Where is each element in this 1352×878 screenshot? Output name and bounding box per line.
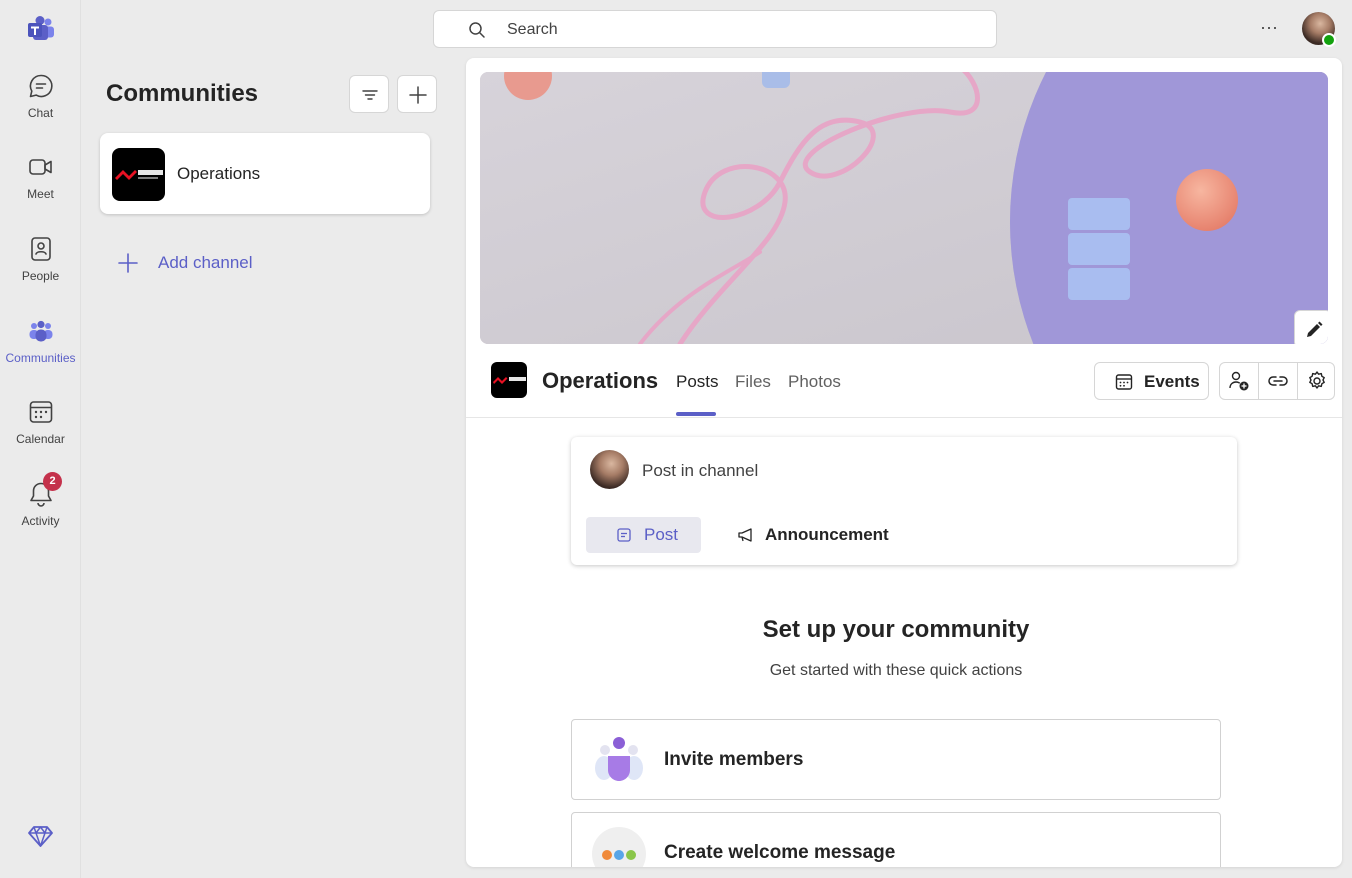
community-main-panel: Operations Posts Files Photos Events Pos… (466, 58, 1342, 867)
calendar-icon (1115, 374, 1133, 390)
rail-label: Communities (5, 351, 76, 365)
edit-banner-button[interactable] (1294, 310, 1328, 344)
people-book-icon (30, 237, 51, 261)
filter-button[interactable] (349, 75, 389, 113)
calendar-icon (29, 401, 52, 423)
rail-label: People (21, 269, 60, 283)
search-placeholder: Search (507, 21, 558, 38)
premium-diamond-icon[interactable] (27, 823, 54, 850)
community-name: Operations (542, 368, 659, 393)
more-options-button[interactable]: ··· (1256, 16, 1282, 42)
post-type-announcement-button[interactable]: Announcement (731, 517, 901, 553)
chat-icon (29, 74, 53, 98)
presence-available-icon (1322, 33, 1336, 47)
add-channel-label: Add channel (158, 253, 253, 272)
plus-icon (409, 86, 427, 104)
community-name: Operations (177, 164, 261, 183)
search-icon (469, 22, 485, 38)
post-type-post-button[interactable]: Post (586, 517, 701, 553)
copy-link-button[interactable] (1259, 363, 1297, 399)
setup-title: Set up your community (762, 616, 1030, 643)
events-button[interactable]: Events (1094, 362, 1209, 400)
person-add-icon (1229, 371, 1249, 391)
post-icon (617, 528, 631, 542)
notification-badge: 2 (43, 472, 62, 491)
plus-icon (118, 253, 138, 273)
community-header: Operations Posts Files Photos Events (466, 344, 1342, 418)
gear-icon (1309, 371, 1325, 389)
rail-item-people[interactable]: People (0, 235, 81, 305)
invite-members-card[interactable]: Invite members (571, 719, 1221, 800)
tab-photos[interactable]: Photos (788, 372, 841, 392)
settings-button[interactable] (1298, 363, 1336, 399)
add-community-button[interactable] (397, 75, 437, 113)
add-member-button[interactable] (1220, 363, 1258, 399)
communities-title: Communities (106, 80, 259, 107)
community-banner-image (480, 72, 1328, 344)
rail-label: Meet (27, 187, 54, 201)
communities-icon (29, 320, 52, 342)
search-box[interactable]: Search (433, 10, 997, 48)
rail-label: Activity (21, 514, 60, 528)
tab-posts[interactable]: Posts (676, 372, 719, 392)
create-welcome-message-card[interactable]: Create welcome message (571, 812, 1221, 867)
filter-icon (362, 90, 378, 100)
events-label: Events (1144, 372, 1200, 391)
rail-label: Calendar (16, 432, 65, 446)
rail-label: Chat (27, 106, 54, 120)
tab-files[interactable]: Files (735, 372, 771, 392)
invite-members-illustration-icon (595, 737, 643, 781)
link-icon (1268, 376, 1288, 386)
post-placeholder[interactable]: Post in channel (642, 461, 758, 481)
setup-subtitle: Get started with these quick actions (769, 662, 1023, 679)
rail-item-chat[interactable]: Chat (0, 72, 81, 142)
rail-item-meet[interactable]: Meet (0, 153, 81, 223)
video-icon (28, 159, 52, 175)
community-logo (491, 362, 527, 398)
announcement-label: Announcement (765, 525, 889, 544)
community-logo (112, 148, 165, 201)
pencil-icon (1307, 321, 1323, 337)
user-avatar (590, 450, 629, 489)
megaphone-icon (738, 528, 752, 542)
app-rail: Chat Meet People Communities Calendar 2 … (0, 0, 81, 878)
post-composer[interactable]: Post in channel Post Announcement (571, 437, 1237, 565)
teams-logo-icon[interactable] (26, 14, 56, 44)
rail-item-activity[interactable]: 2 Activity (0, 472, 81, 550)
welcome-message-illustration-icon (592, 827, 646, 867)
active-tab-indicator (676, 412, 716, 416)
community-actions-group (1219, 362, 1335, 400)
community-item-operations[interactable]: Operations (100, 133, 430, 214)
rail-item-communities[interactable]: Communities (0, 317, 81, 387)
create-welcome-message-label: Create welcome message (664, 842, 896, 863)
rail-item-calendar[interactable]: Calendar (0, 398, 81, 468)
invite-members-label: Invite members (664, 749, 804, 770)
post-label: Post (644, 525, 679, 544)
